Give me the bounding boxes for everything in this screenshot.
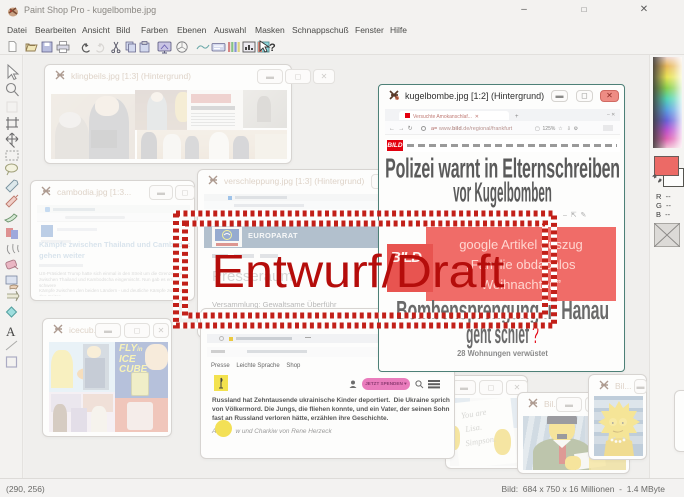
svg-text:Entwurf/Draft: Entwurf/Draft [212,245,505,297]
